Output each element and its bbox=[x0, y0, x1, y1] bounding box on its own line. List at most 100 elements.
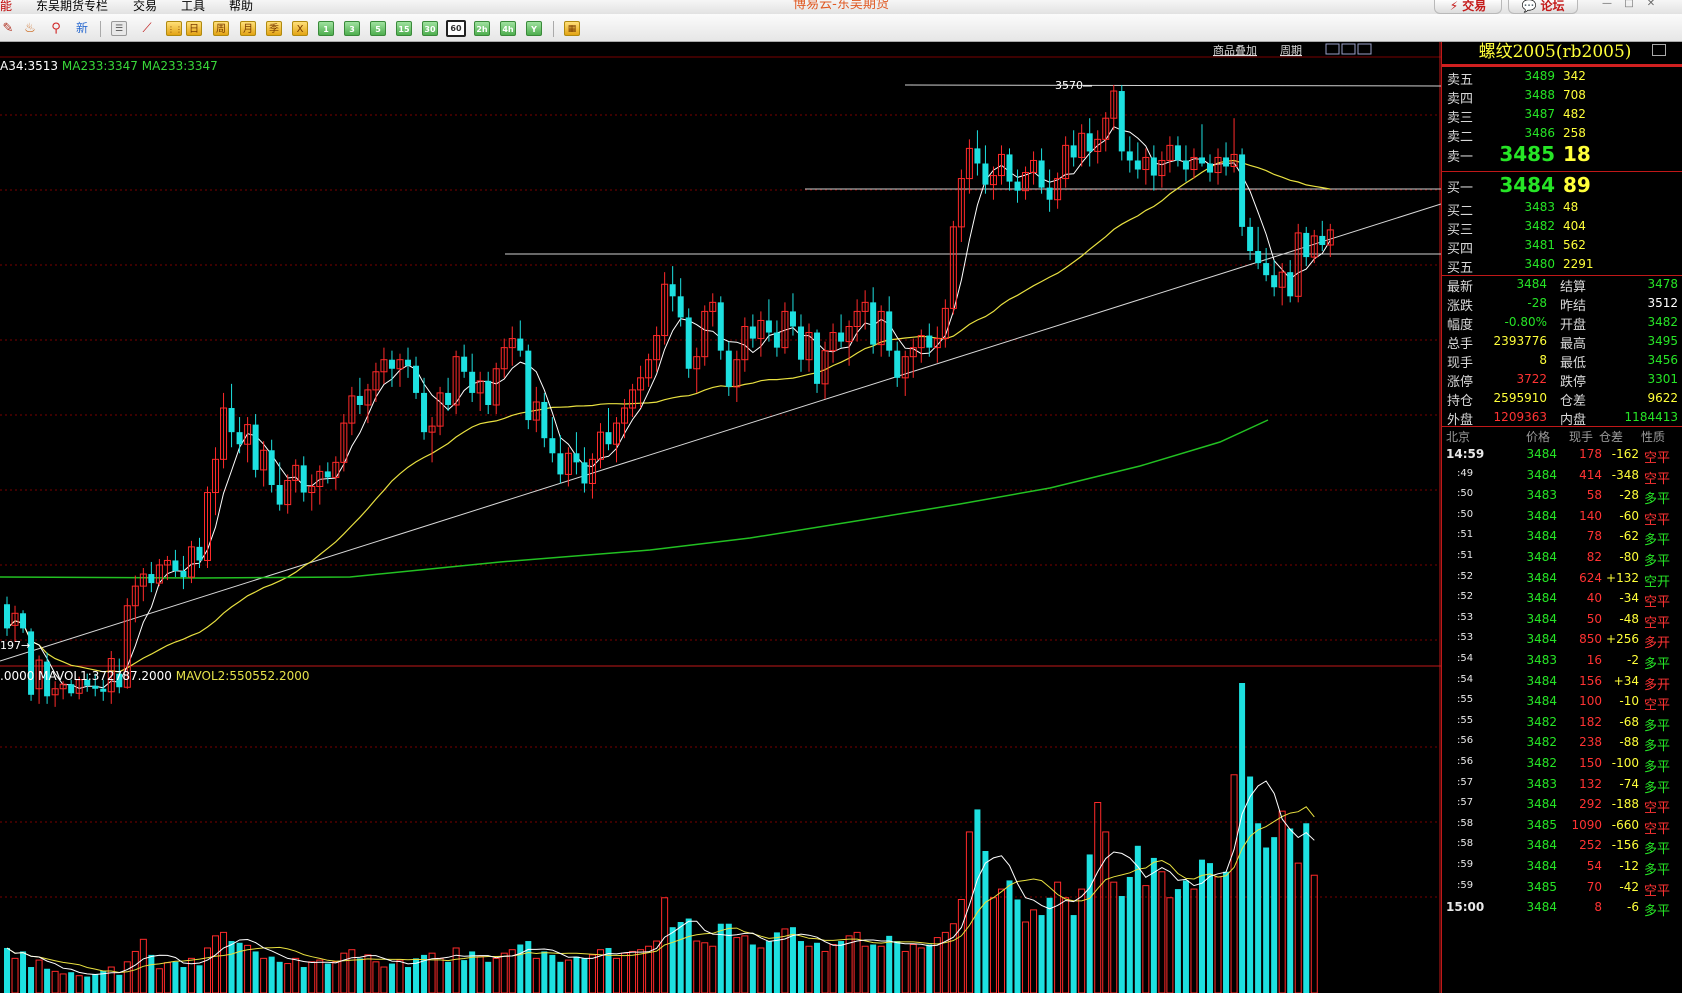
period-button-1[interactable]: 1 bbox=[318, 21, 334, 36]
volume-legend: .0000 MAVOL1:372787.2000 MAVOL2:550552.2… bbox=[0, 669, 310, 683]
candle-body-21 bbox=[172, 560, 179, 572]
bid-price-2: 3483 bbox=[1524, 200, 1555, 214]
candle-130 bbox=[1046, 169, 1053, 212]
candle-127 bbox=[1022, 166, 1030, 200]
trade-button[interactable]: ⚡ 交易 bbox=[1434, 0, 1502, 14]
candle-50 bbox=[405, 347, 411, 378]
candle-73 bbox=[588, 453, 596, 499]
period-button-30[interactable]: 30 bbox=[422, 21, 438, 36]
calendar-button-1[interactable]: 周 bbox=[213, 21, 229, 36]
volume-bar-48 bbox=[388, 963, 395, 993]
minimize-icon[interactable]: — bbox=[1600, 0, 1614, 9]
tick-price: 3484 bbox=[1526, 467, 1557, 482]
tick-nature: 空平 bbox=[1644, 451, 1671, 466]
tick-oi-change: -156 bbox=[1611, 838, 1639, 853]
tick-row: :56 3482 238 -88 多平 bbox=[1441, 732, 1682, 754]
volume-bar-46 bbox=[372, 961, 380, 993]
menu-item-0[interactable]: 能 bbox=[0, 0, 12, 13]
period-button-2h[interactable]: 2h bbox=[474, 21, 490, 36]
calendar-button-0[interactable]: 日 bbox=[186, 21, 202, 36]
tick-chart-icon[interactable]: ⋮⋮ bbox=[166, 21, 183, 36]
stat-value-1-a: -28 bbox=[1527, 296, 1547, 310]
calendar-button-2[interactable]: 月 bbox=[240, 21, 256, 36]
menu-item-1[interactable]: 东吴期货专栏 bbox=[36, 0, 108, 13]
forum-button[interactable]: 💬 论坛 bbox=[1508, 0, 1578, 14]
layout-icon-2[interactable] bbox=[1357, 43, 1372, 55]
volume-bar-149 bbox=[1198, 859, 1205, 993]
tick-row: :54 3483 16 -2 多平 bbox=[1441, 650, 1682, 672]
draw-tool-icon[interactable]: ✎ bbox=[0, 21, 16, 36]
stat-label-0-b: 结算 bbox=[1560, 280, 1587, 295]
magic-icon[interactable]: ♨ bbox=[22, 21, 38, 36]
calendar-button-3[interactable]: 季 bbox=[266, 21, 282, 36]
volume-bar-100 bbox=[805, 945, 813, 993]
tick-oi-change: -80 bbox=[1619, 550, 1639, 564]
layout-icon-0[interactable] bbox=[1325, 43, 1340, 55]
menu-item-3[interactable]: 工具 bbox=[181, 0, 205, 13]
candle-54 bbox=[436, 386, 444, 436]
period-button-4h[interactable]: 4h bbox=[500, 21, 516, 36]
tick-time: :57 bbox=[1457, 776, 1474, 788]
volume-bar-19 bbox=[155, 968, 163, 993]
tick-volume: 40 bbox=[1586, 591, 1602, 606]
candle-body-154 bbox=[1239, 154, 1246, 227]
volume-bar-92 bbox=[741, 935, 749, 993]
tick-oi-change: +34 bbox=[1613, 673, 1639, 688]
period-link[interactable]: 周期 bbox=[1280, 44, 1302, 57]
bid-price-4: 3481 bbox=[1524, 238, 1555, 252]
candle-111 bbox=[894, 341, 901, 387]
candle-32 bbox=[260, 441, 268, 487]
tick-oi-change: -6 bbox=[1627, 900, 1639, 915]
maximize-icon[interactable]: □ bbox=[1622, 0, 1636, 9]
calendar-button-4[interactable]: X bbox=[292, 21, 308, 36]
tick-time: :53 bbox=[1457, 632, 1474, 644]
close-icon[interactable]: ✕ bbox=[1644, 0, 1658, 9]
candle-body-155 bbox=[1247, 226, 1254, 252]
tick-nature: 空平 bbox=[1644, 883, 1671, 899]
tick-time: :55 bbox=[1457, 694, 1474, 706]
window-toggle-icon[interactable] bbox=[1652, 44, 1666, 56]
volume-bar-105 bbox=[845, 935, 853, 993]
line-chart-icon[interactable]: ⟋ bbox=[139, 21, 155, 36]
calculator-icon[interactable]: ▦ bbox=[564, 21, 580, 36]
tick-time: :59 bbox=[1457, 879, 1474, 891]
tick-time: :51 bbox=[1457, 529, 1474, 541]
candle-body-152 bbox=[1223, 157, 1230, 167]
list-view-icon[interactable]: ☰ bbox=[111, 21, 127, 36]
layout-icon-1[interactable] bbox=[1341, 43, 1356, 55]
ma-legend: A34:3513 MA233:3347 MA233:3347 bbox=[0, 59, 218, 73]
candle-58 bbox=[469, 353, 476, 402]
period-button-5[interactable]: 5 bbox=[370, 21, 386, 36]
period-button-Y[interactable]: Y bbox=[526, 21, 542, 36]
menu-item-4[interactable]: 帮助 bbox=[229, 0, 253, 13]
ask-volume-4: 708 bbox=[1563, 88, 1586, 102]
ask-label-5: 卖五 bbox=[1447, 73, 1474, 88]
candle-49 bbox=[396, 353, 404, 387]
tick-nature: 多平 bbox=[1644, 780, 1671, 796]
volume-bar-30 bbox=[244, 944, 252, 993]
new-button[interactable]: 新 bbox=[74, 21, 90, 36]
filter-icon[interactable]: ⚲ bbox=[48, 21, 64, 36]
overlay-link[interactable]: 商品叠加 bbox=[1213, 43, 1257, 57]
candle-78 bbox=[629, 383, 637, 418]
volume-bar-145 bbox=[1166, 897, 1174, 993]
candle-70 bbox=[564, 447, 572, 487]
volume-bar-2 bbox=[20, 951, 27, 993]
tick-row: :58 3484 252 -156 多平 bbox=[1441, 835, 1682, 857]
candle-body-121 bbox=[974, 148, 981, 164]
tick-volume: 78 bbox=[1586, 529, 1602, 544]
tick-price: 3484 bbox=[1526, 508, 1557, 523]
period-button-15[interactable]: 15 bbox=[396, 21, 412, 36]
menu-item-2[interactable]: 交易 bbox=[133, 0, 157, 13]
candle-138 bbox=[1110, 85, 1118, 131]
kline-chart[interactable]: A34:3513 MA233:3347 MA233:3347 .0000 MAVO… bbox=[0, 42, 1441, 993]
tick-nature: 空平 bbox=[1644, 471, 1671, 487]
volume-bar-10 bbox=[84, 976, 91, 993]
tick-price: 3484 bbox=[1526, 447, 1557, 461]
candle-71 bbox=[573, 432, 580, 475]
candle-144 bbox=[1158, 151, 1166, 188]
volume-bar-153 bbox=[1230, 774, 1238, 993]
period-button-3[interactable]: 3 bbox=[344, 21, 360, 36]
period-button-60[interactable]: 60 bbox=[446, 20, 466, 37]
candle-body-65 bbox=[525, 350, 532, 421]
